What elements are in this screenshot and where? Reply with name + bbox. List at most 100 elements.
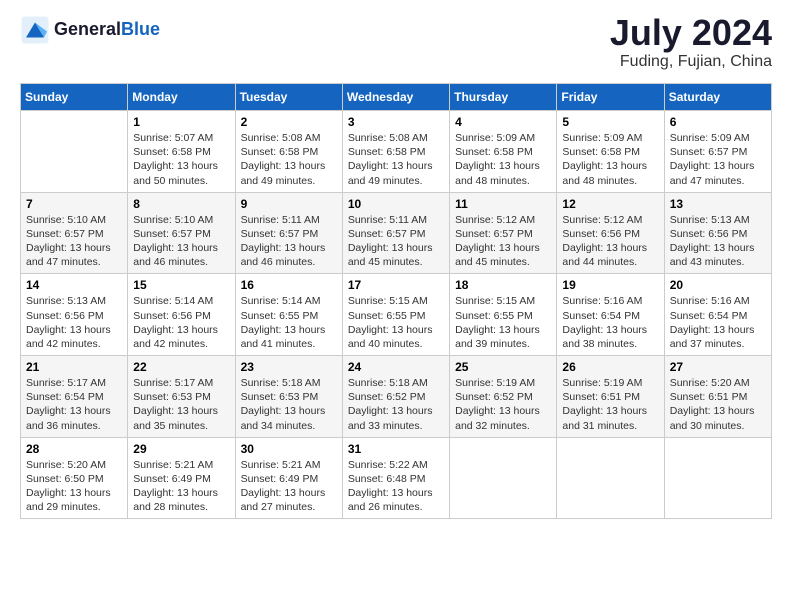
week-row-5: 28Sunrise: 5:20 AM Sunset: 6:50 PM Dayli…	[21, 437, 772, 519]
header-cell-saturday: Saturday	[664, 84, 771, 111]
day-info: Sunrise: 5:07 AM Sunset: 6:58 PM Dayligh…	[133, 131, 229, 188]
page: GeneralBlue July 2024 Fuding, Fujian, Ch…	[0, 0, 792, 534]
day-number: 30	[241, 442, 337, 456]
day-info: Sunrise: 5:09 AM Sunset: 6:58 PM Dayligh…	[455, 131, 551, 188]
day-info: Sunrise: 5:13 AM Sunset: 6:56 PM Dayligh…	[26, 294, 122, 351]
day-number: 12	[562, 197, 658, 211]
logo: GeneralBlue	[20, 15, 160, 45]
day-number: 14	[26, 278, 122, 292]
week-row-4: 21Sunrise: 5:17 AM Sunset: 6:54 PM Dayli…	[21, 356, 772, 438]
day-number: 4	[455, 115, 551, 129]
day-info: Sunrise: 5:14 AM Sunset: 6:55 PM Dayligh…	[241, 294, 337, 351]
location: Fuding, Fujian, China	[610, 53, 772, 71]
day-cell: 8Sunrise: 5:10 AM Sunset: 6:57 PM Daylig…	[128, 192, 235, 274]
day-info: Sunrise: 5:12 AM Sunset: 6:57 PM Dayligh…	[455, 213, 551, 270]
day-cell: 14 Sunrise: 5:13 AM Sunset: 6:56 PM Dayli…	[21, 274, 128, 356]
day-info: Sunrise: 5:14 AM Sunset: 6:56 PM Dayligh…	[133, 294, 229, 351]
day-number: 16	[241, 278, 337, 292]
day-info: Sunrise: 5:21 AM Sunset: 6:49 PM Dayligh…	[133, 458, 229, 515]
day-number: 25	[455, 360, 551, 374]
day-number: 27	[670, 360, 766, 374]
day-number: 5	[562, 115, 658, 129]
header-cell-sunday: Sunday	[21, 84, 128, 111]
week-row-1: 1 Sunrise: 5:07 AM Sunset: 6:58 PM Daylig…	[21, 111, 772, 193]
day-number: 26	[562, 360, 658, 374]
day-cell	[450, 437, 557, 519]
logo-text: GeneralBlue	[54, 20, 160, 40]
day-info: Sunrise: 5:09 AM Sunset: 6:57 PM Dayligh…	[670, 131, 766, 188]
day-cell	[21, 111, 128, 193]
day-cell: 20 Sunrise: 5:16 AM Sunset: 6:54 PM Dayli…	[664, 274, 771, 356]
day-number: 1	[133, 115, 229, 129]
logo-line1: GeneralBlue	[54, 20, 160, 40]
day-number: 15	[133, 278, 229, 292]
week-row-3: 14 Sunrise: 5:13 AM Sunset: 6:56 PM Dayli…	[21, 274, 772, 356]
day-number: 2	[241, 115, 337, 129]
day-cell: 25 Sunrise: 5:19 AM Sunset: 6:52 PM Dayli…	[450, 356, 557, 438]
day-cell: 10 Sunrise: 5:11 AM Sunset: 6:57 PM Dayli…	[342, 192, 449, 274]
day-number: 20	[670, 278, 766, 292]
day-info: Sunrise: 5:20 AM Sunset: 6:51 PM Dayligh…	[670, 376, 766, 433]
day-cell: 16 Sunrise: 5:14 AM Sunset: 6:55 PM Dayli…	[235, 274, 342, 356]
day-info: Sunrise: 5:18 AM Sunset: 6:53 PM Dayligh…	[241, 376, 337, 433]
header: GeneralBlue July 2024 Fuding, Fujian, Ch…	[20, 15, 772, 71]
day-number: 19	[562, 278, 658, 292]
day-cell: 17Sunrise: 5:15 AM Sunset: 6:55 PM Dayli…	[342, 274, 449, 356]
day-info: Sunrise: 5:19 AM Sunset: 6:52 PM Dayligh…	[455, 376, 551, 433]
day-info: Sunrise: 5:19 AM Sunset: 6:51 PM Dayligh…	[562, 376, 658, 433]
day-info: Sunrise: 5:11 AM Sunset: 6:57 PM Dayligh…	[241, 213, 337, 270]
day-info: Sunrise: 5:18 AM Sunset: 6:52 PM Dayligh…	[348, 376, 444, 433]
day-number: 22	[133, 360, 229, 374]
header-row: SundayMondayTuesdayWednesdayThursdayFrid…	[21, 84, 772, 111]
day-info: Sunrise: 5:22 AM Sunset: 6:48 PM Dayligh…	[348, 458, 444, 515]
day-number: 8	[133, 197, 229, 211]
day-cell: 1 Sunrise: 5:07 AM Sunset: 6:58 PM Daylig…	[128, 111, 235, 193]
day-cell: 23 Sunrise: 5:18 AM Sunset: 6:53 PM Dayli…	[235, 356, 342, 438]
day-cell: 31 Sunrise: 5:22 AM Sunset: 6:48 PM Dayli…	[342, 437, 449, 519]
day-info: Sunrise: 5:13 AM Sunset: 6:56 PM Dayligh…	[670, 213, 766, 270]
day-info: Sunrise: 5:15 AM Sunset: 6:55 PM Dayligh…	[455, 294, 551, 351]
day-cell: 18 Sunrise: 5:15 AM Sunset: 6:55 PM Dayli…	[450, 274, 557, 356]
day-info: Sunrise: 5:21 AM Sunset: 6:49 PM Dayligh…	[241, 458, 337, 515]
day-info: Sunrise: 5:12 AM Sunset: 6:56 PM Dayligh…	[562, 213, 658, 270]
day-info: Sunrise: 5:11 AM Sunset: 6:57 PM Dayligh…	[348, 213, 444, 270]
day-number: 10	[348, 197, 444, 211]
day-cell: 3Sunrise: 5:08 AM Sunset: 6:58 PM Daylig…	[342, 111, 449, 193]
day-number: 28	[26, 442, 122, 456]
header-cell-wednesday: Wednesday	[342, 84, 449, 111]
day-info: Sunrise: 5:09 AM Sunset: 6:58 PM Dayligh…	[562, 131, 658, 188]
day-info: Sunrise: 5:17 AM Sunset: 6:53 PM Dayligh…	[133, 376, 229, 433]
header-cell-tuesday: Tuesday	[235, 84, 342, 111]
day-cell: 21Sunrise: 5:17 AM Sunset: 6:54 PM Dayli…	[21, 356, 128, 438]
day-cell: 5 Sunrise: 5:09 AM Sunset: 6:58 PM Daylig…	[557, 111, 664, 193]
day-info: Sunrise: 5:16 AM Sunset: 6:54 PM Dayligh…	[562, 294, 658, 351]
day-cell: 26 Sunrise: 5:19 AM Sunset: 6:51 PM Dayli…	[557, 356, 664, 438]
day-info: Sunrise: 5:10 AM Sunset: 6:57 PM Dayligh…	[26, 213, 122, 270]
day-cell: 6Sunrise: 5:09 AM Sunset: 6:57 PM Daylig…	[664, 111, 771, 193]
day-number: 21	[26, 360, 122, 374]
day-number: 31	[348, 442, 444, 456]
day-number: 17	[348, 278, 444, 292]
day-number: 23	[241, 360, 337, 374]
day-cell: 29Sunrise: 5:21 AM Sunset: 6:49 PM Dayli…	[128, 437, 235, 519]
day-cell: 13Sunrise: 5:13 AM Sunset: 6:56 PM Dayli…	[664, 192, 771, 274]
week-row-2: 7Sunrise: 5:10 AM Sunset: 6:57 PM Daylig…	[21, 192, 772, 274]
day-number: 9	[241, 197, 337, 211]
day-cell: 28Sunrise: 5:20 AM Sunset: 6:50 PM Dayli…	[21, 437, 128, 519]
month-year: July 2024	[610, 15, 772, 51]
day-cell: 27 Sunrise: 5:20 AM Sunset: 6:51 PM Dayli…	[664, 356, 771, 438]
day-cell: 24 Sunrise: 5:18 AM Sunset: 6:52 PM Dayli…	[342, 356, 449, 438]
day-cell: 12 Sunrise: 5:12 AM Sunset: 6:56 PM Dayli…	[557, 192, 664, 274]
header-cell-monday: Monday	[128, 84, 235, 111]
day-cell: 4 Sunrise: 5:09 AM Sunset: 6:58 PM Daylig…	[450, 111, 557, 193]
day-info: Sunrise: 5:08 AM Sunset: 6:58 PM Dayligh…	[241, 131, 337, 188]
day-cell: 9 Sunrise: 5:11 AM Sunset: 6:57 PM Daylig…	[235, 192, 342, 274]
day-info: Sunrise: 5:16 AM Sunset: 6:54 PM Dayligh…	[670, 294, 766, 351]
header-cell-thursday: Thursday	[450, 84, 557, 111]
calendar-table: SundayMondayTuesdayWednesdayThursdayFrid…	[20, 83, 772, 519]
day-number: 24	[348, 360, 444, 374]
title-block: July 2024 Fuding, Fujian, China	[610, 15, 772, 71]
day-number: 18	[455, 278, 551, 292]
day-cell	[664, 437, 771, 519]
day-cell: 15 Sunrise: 5:14 AM Sunset: 6:56 PM Dayli…	[128, 274, 235, 356]
